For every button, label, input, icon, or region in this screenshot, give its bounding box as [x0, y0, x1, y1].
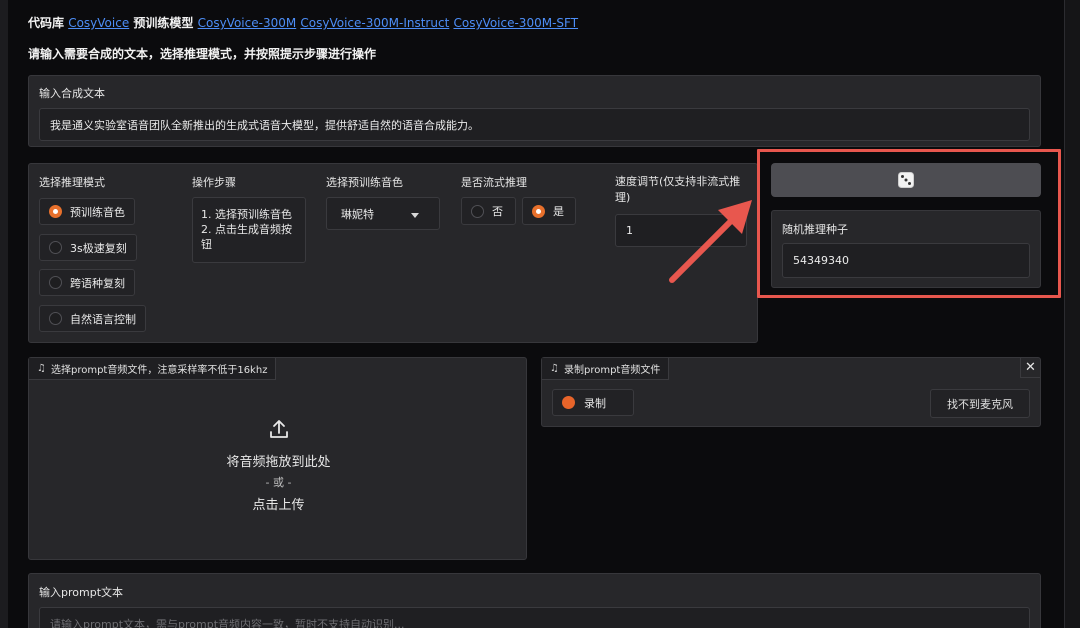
- dice-icon: [898, 172, 914, 188]
- upload-tag-label: 选择prompt音频文件，注意采样率不低于16khz: [50, 365, 268, 376]
- chevron-down-icon: [411, 213, 419, 218]
- close-icon[interactable]: ✕: [1020, 358, 1040, 378]
- tts-text-panel: 输入合成文本 我是通义实验室语音团队全新推出的生成式语音大模型，提供舒适自然的语…: [28, 75, 1041, 147]
- model-link-sft[interactable]: CosyVoice-300M-SFT: [453, 16, 578, 30]
- speaker-value: 琳妮特: [341, 207, 374, 221]
- stream-label: 是否流式推理: [461, 176, 527, 189]
- mode-option-label: 预训练音色: [70, 205, 125, 219]
- seed-panel: 随机推理种子 54349340: [771, 210, 1041, 288]
- seed-value: 54349340: [793, 254, 849, 267]
- record-tag: ♫ 录制prompt音频文件: [542, 358, 670, 380]
- tts-text-input[interactable]: 我是通义实验室语音团队全新推出的生成式语音大模型，提供舒适自然的语音合成能力。: [39, 108, 1030, 141]
- stream-option-label: 否: [492, 205, 503, 218]
- music-note-icon: ♫: [550, 363, 559, 374]
- music-note-icon: ♫: [37, 363, 46, 374]
- speaker-dropdown[interactable]: 琳妮特: [326, 197, 440, 230]
- app-window: 代码库 CosyVoice 预训练模型 CosyVoice-300M CosyV…: [0, 0, 1080, 628]
- speed-label: 速度调节(仅支持非流式推理): [615, 175, 741, 204]
- radio-unselected-icon: [471, 204, 484, 218]
- upload-dropzone[interactable]: 将音频拖放到此处 - 或 - 点击上传: [29, 418, 528, 513]
- mode-option-pretrained[interactable]: 预训练音色: [39, 198, 135, 225]
- radio-unselected-icon: [49, 241, 62, 254]
- config-panel: 选择推理模式 预训练音色 3s极速复刻 跨语种复刻 自然语言控制 操作步骤 1.…: [28, 163, 758, 343]
- record-button[interactable]: 录制: [552, 389, 634, 416]
- click-upload-text: 点击上传: [252, 498, 305, 513]
- prompt-text-label: 输入prompt文本: [39, 586, 124, 599]
- model-link-instruct[interactable]: CosyVoice-300M-Instruct: [300, 16, 449, 30]
- mode-option-label: 跨语种复刻: [70, 276, 125, 290]
- mode-label: 选择推理模式: [39, 176, 105, 189]
- speaker-label: 选择预训练音色: [326, 176, 403, 189]
- page-header: 代码库 CosyVoice 预训练模型 CosyVoice-300M CosyV…: [28, 14, 578, 31]
- seed-label: 随机推理种子: [782, 223, 848, 236]
- tts-text-value: 我是通义实验室语音团队全新推出的生成式语音大模型，提供舒适自然的语音合成能力。: [50, 118, 479, 132]
- radio-selected-icon: [49, 205, 62, 218]
- stream-option-yes[interactable]: 是: [522, 197, 576, 225]
- audio-upload-panel[interactable]: ♫ 选择prompt音频文件，注意采样率不低于16khz 将音频拖放到此处 - …: [28, 357, 527, 560]
- instruction-text: 请输入需要合成的文本，选择推理模式，并按照提示步骤进行操作: [28, 47, 377, 61]
- mode-option-3s-clone[interactable]: 3s极速复刻: [39, 234, 137, 261]
- model-link-300m[interactable]: CosyVoice-300M: [198, 16, 297, 30]
- random-seed-button[interactable]: [771, 163, 1041, 197]
- drop-text: 将音频拖放到此处: [226, 455, 331, 470]
- radio-selected-icon: [532, 204, 545, 218]
- stream-option-label: 是: [553, 205, 564, 218]
- mode-option-cross-lingual[interactable]: 跨语种复刻: [39, 269, 135, 296]
- radio-unselected-icon: [49, 276, 62, 289]
- speed-input[interactable]: 1: [615, 214, 747, 247]
- record-dot-icon: [562, 396, 575, 409]
- steps-label: 操作步骤: [192, 176, 236, 189]
- stream-option-no[interactable]: 否: [461, 197, 516, 225]
- speed-value: 1: [626, 224, 633, 237]
- repo-link[interactable]: CosyVoice: [68, 16, 129, 30]
- no-mic-label: 找不到麦克风: [947, 397, 1013, 411]
- upload-icon: [269, 420, 288, 438]
- header-prefix: 代码库: [28, 16, 65, 30]
- radio-unselected-icon: [49, 312, 62, 325]
- microphone-select-button[interactable]: 找不到麦克风: [930, 389, 1030, 418]
- record-tag-label: 录制prompt音频文件: [563, 365, 661, 376]
- prompt-placeholder: 请输入prompt文本，需与prompt音频内容一致，暂时不支持自动识别...: [50, 617, 405, 628]
- mode-option-instruct[interactable]: 自然语言控制: [39, 305, 146, 332]
- prompt-text-panel: 输入prompt文本 请输入prompt文本，需与prompt音频内容一致，暂时…: [28, 573, 1041, 628]
- tts-text-label: 输入合成文本: [39, 87, 105, 100]
- scrollbar[interactable]: [1064, 0, 1080, 628]
- prompt-text-input[interactable]: 请输入prompt文本，需与prompt音频内容一致，暂时不支持自动识别...: [39, 607, 1030, 628]
- or-text: - 或 -: [265, 476, 292, 489]
- record-label: 录制: [584, 396, 606, 410]
- upload-tag: ♫ 选择prompt音频文件，注意采样率不低于16khz: [29, 358, 277, 380]
- left-edge: [0, 0, 8, 628]
- header-mid: 预训练模型: [133, 16, 194, 30]
- steps-box: 1. 选择预训练音色 2. 点击生成音频按钮: [192, 197, 306, 263]
- steps-text: 1. 选择预训练音色 2. 点击生成音频按钮: [201, 208, 292, 251]
- mode-option-label: 自然语言控制: [70, 312, 136, 326]
- audio-record-panel: ♫ 录制prompt音频文件 ✕ 录制 找不到麦克风: [541, 357, 1041, 427]
- mode-option-label: 3s极速复刻: [70, 241, 127, 255]
- seed-input[interactable]: 54349340: [782, 243, 1030, 278]
